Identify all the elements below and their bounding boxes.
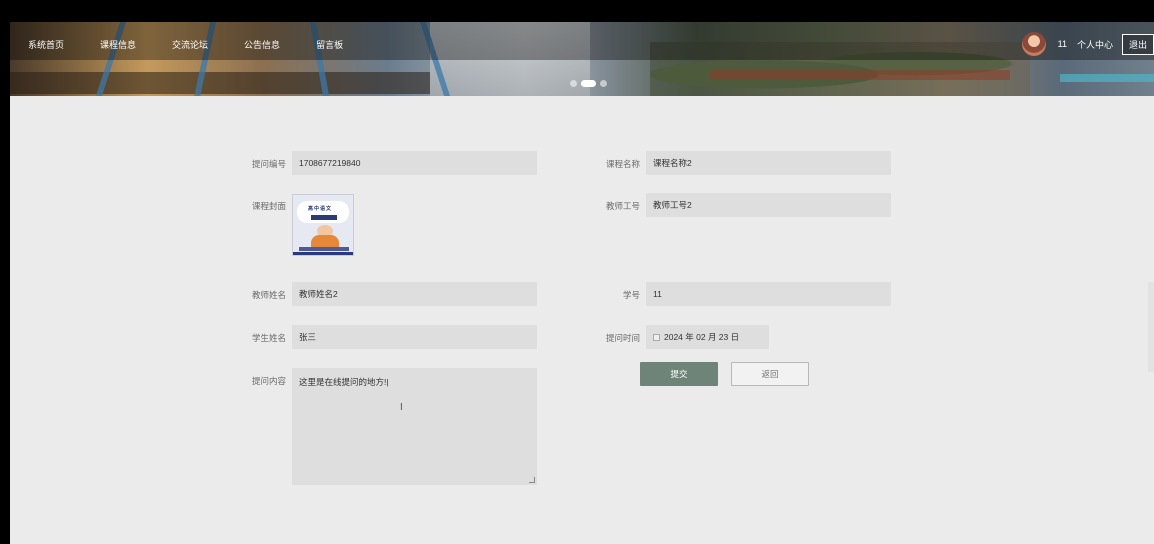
course-cover-label: 课程封面 bbox=[251, 201, 286, 211]
question-time-value: 2024 年 02 月 23 日 bbox=[664, 332, 740, 342]
student-id-field[interactable]: 11 bbox=[646, 282, 891, 306]
question-content-label: 提问内容 bbox=[251, 376, 286, 386]
cover-base bbox=[293, 252, 353, 255]
carousel-dot[interactable] bbox=[570, 80, 577, 87]
teacher-name-label: 教师姓名 bbox=[251, 290, 286, 300]
question-time-label: 提问时间 bbox=[605, 333, 640, 343]
main-nav: 系统首页 课程信息 交流论坛 公告信息 留言板 bbox=[28, 38, 379, 51]
cover-title: 高中语文 bbox=[308, 206, 333, 212]
banner-roof bbox=[710, 70, 1010, 80]
question-content-textarea[interactable]: 这里是在线提问的地方!| bbox=[292, 368, 537, 485]
question-content-value: 这里是在线提问的地方!| bbox=[299, 377, 389, 387]
submit-button[interactable]: 提交 bbox=[640, 362, 718, 386]
student-id-label: 学号 bbox=[622, 290, 640, 300]
avatar[interactable] bbox=[1021, 32, 1046, 56]
course-name-value: 课程名称2 bbox=[653, 158, 692, 168]
logout-button[interactable]: 退出 bbox=[1121, 33, 1154, 55]
question-no-label: 提问编号 bbox=[251, 159, 286, 169]
banner-sign bbox=[1060, 74, 1154, 82]
right-scroll-edge bbox=[1148, 282, 1154, 372]
teacher-id-value: 教师工号2 bbox=[653, 200, 692, 210]
user-name: 11 bbox=[1057, 39, 1067, 49]
calendar-icon bbox=[653, 333, 660, 341]
student-name-field[interactable]: 张三 bbox=[292, 325, 537, 349]
question-time-picker[interactable]: 2024 年 02 月 23 日 bbox=[646, 325, 769, 349]
banner-carousel: 系统首页 课程信息 交流论坛 公告信息 留言板 11 个人中心 退出 bbox=[10, 22, 1154, 96]
teacher-id-label: 教师工号 bbox=[605, 201, 640, 211]
resize-handle-icon[interactable] bbox=[529, 477, 535, 483]
teacher-name-field[interactable]: 教师姓名2 bbox=[292, 282, 537, 306]
nav-forum[interactable]: 交流论坛 bbox=[172, 38, 208, 51]
carousel-indicators bbox=[570, 80, 607, 87]
cover-subtitle-bar bbox=[311, 215, 337, 220]
student-name-label: 学生姓名 bbox=[251, 333, 286, 343]
carousel-dot[interactable] bbox=[600, 80, 607, 87]
teacher-name-value: 教师姓名2 bbox=[299, 289, 338, 299]
carousel-dot-active[interactable] bbox=[581, 80, 596, 87]
nav-home[interactable]: 系统首页 bbox=[28, 38, 64, 51]
nav-courses[interactable]: 课程信息 bbox=[100, 38, 136, 51]
nav-announcements[interactable]: 公告信息 bbox=[244, 38, 280, 51]
banner-windows bbox=[10, 72, 430, 94]
course-name-field[interactable]: 课程名称2 bbox=[646, 151, 891, 175]
cover-desk bbox=[299, 247, 349, 251]
nav-message-board[interactable]: 留言板 bbox=[316, 38, 343, 51]
back-button[interactable]: 返回 bbox=[731, 362, 809, 386]
question-no-field[interactable]: 1708677219840 bbox=[292, 151, 537, 175]
course-cover-image[interactable]: 高中语文 bbox=[292, 194, 354, 256]
student-name-value: 张三 bbox=[299, 332, 317, 342]
student-id-value: 11 bbox=[653, 289, 662, 299]
teacher-id-field[interactable]: 教师工号2 bbox=[646, 193, 891, 217]
course-name-label: 课程名称 bbox=[605, 159, 640, 169]
question-no-value: 1708677219840 bbox=[299, 158, 361, 168]
page: 系统首页 课程信息 交流论坛 公告信息 留言板 11 个人中心 退出 提问编号 … bbox=[10, 22, 1154, 544]
user-area: 11 个人中心 退出 bbox=[1021, 32, 1154, 56]
text-cursor-icon: I bbox=[400, 402, 403, 413]
profile-link[interactable]: 个人中心 bbox=[1077, 38, 1113, 51]
